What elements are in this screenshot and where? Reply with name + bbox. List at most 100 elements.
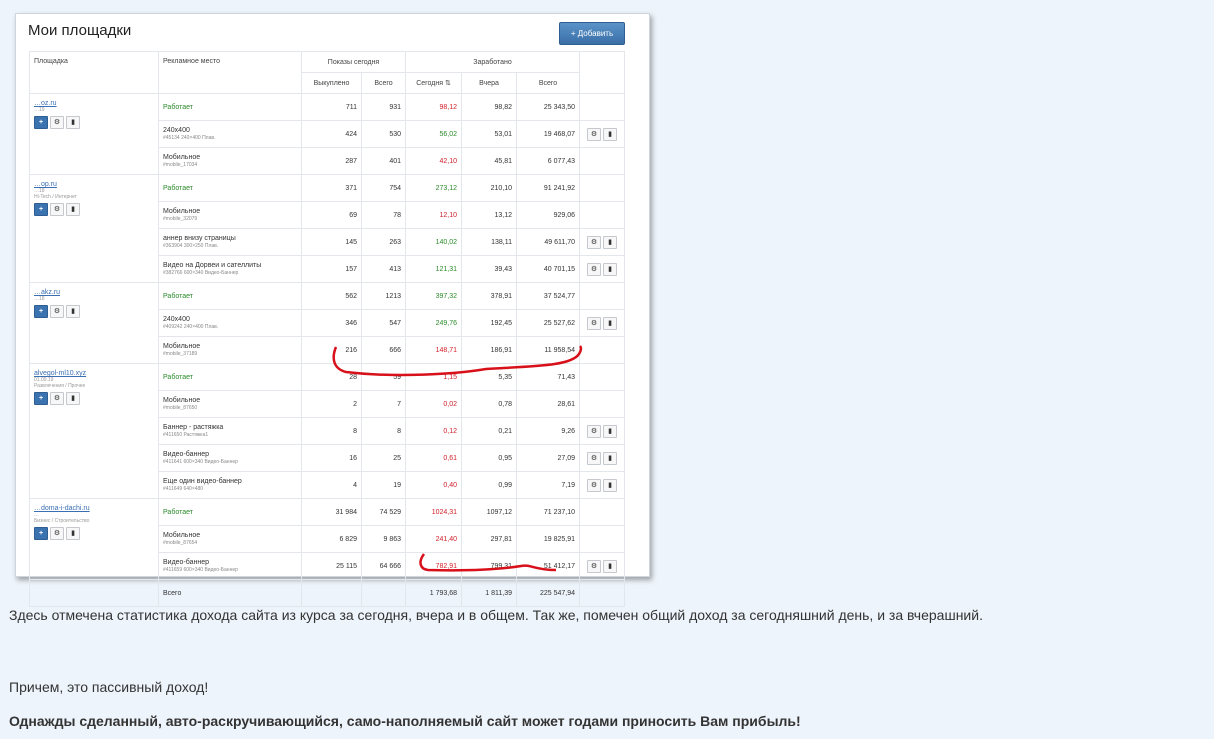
add-ad-button[interactable]: + xyxy=(34,116,48,129)
ad-place-id: #411649 640×480 xyxy=(163,486,204,492)
all-earned-cell: 25 527,62 xyxy=(516,309,581,337)
all-earned-cell: 71,43 xyxy=(516,363,581,391)
site-buttons: + ⚙ ▮ xyxy=(34,527,154,540)
actions-cell: ⚙ ▮ xyxy=(579,417,626,445)
table-row: alvegol-ml10.xyz 01.09.19 Развлечения / Пр… xyxy=(29,363,626,499)
yesterday-earned-cell: 186,91 xyxy=(461,336,518,364)
col-site: Площадка xyxy=(29,51,159,94)
stats-chart-icon[interactable]: ▮ xyxy=(603,478,618,492)
stats-chart-icon[interactable]: ▮ xyxy=(66,305,80,318)
yesterday-earned-cell: 39,43 xyxy=(461,255,518,283)
site-link[interactable]: alvegol-ml10.xyz xyxy=(34,370,86,377)
ad-place-cell: Видео-баннер #411641 600×340 Видео-Баннер xyxy=(158,444,302,472)
settings-gear-icon[interactable]: ⚙ xyxy=(50,527,64,540)
totals-today: 1 793,68 xyxy=(405,579,463,607)
yesterday-earned-cell: 0,99 xyxy=(461,471,518,499)
stats-chart-icon[interactable]: ▮ xyxy=(603,424,618,438)
ad-place-id: #411659 600×340 Видео-Баннер xyxy=(163,567,238,573)
settings-gear-icon[interactable]: ⚙ xyxy=(587,451,602,465)
ad-place-id: #mobile_87650 xyxy=(163,405,198,411)
add-ad-button[interactable]: + xyxy=(34,392,48,405)
settings-gear-icon[interactable]: ⚙ xyxy=(587,316,602,330)
stats-chart-icon[interactable]: ▮ xyxy=(603,127,618,141)
col-today-sort[interactable]: Сегодня ⇅ xyxy=(405,72,463,94)
stats-chart-icon[interactable]: ▮ xyxy=(66,116,80,129)
bought-cell: 8 xyxy=(301,417,362,445)
settings-gear-icon[interactable]: ⚙ xyxy=(50,305,64,318)
ad-place-name: 240x400 xyxy=(163,316,190,323)
all-earned-cell: 9,26 xyxy=(516,417,581,445)
total-shows-cell: 530 xyxy=(360,120,407,148)
stats-chart-icon[interactable]: ▮ xyxy=(603,316,618,330)
settings-gear-icon[interactable]: ⚙ xyxy=(50,116,64,129)
site-buttons: + ⚙ ▮ xyxy=(34,305,154,318)
total-shows-cell: 25 xyxy=(360,444,407,472)
ad-place-cell: Мобильное #mobile_37189 xyxy=(158,336,302,364)
ad-place-id: #mobile_87654 xyxy=(163,540,198,546)
settings-gear-icon[interactable]: ⚙ xyxy=(587,559,602,573)
ad-place-cell: Работает xyxy=(158,93,302,121)
actions-cell: ⚙ ▮ xyxy=(579,471,626,499)
col-bought: Выкуплено xyxy=(301,72,362,94)
total-shows-cell: 413 xyxy=(360,255,407,283)
stats-chart-icon[interactable]: ▮ xyxy=(603,451,618,465)
total-shows-cell: 59 xyxy=(360,363,407,391)
yesterday-earned-cell: 1097,12 xyxy=(461,498,518,526)
ad-place-cell: Мобильное #mobile_17034 xyxy=(158,147,302,175)
stats-chart-icon[interactable]: ▮ xyxy=(66,203,80,216)
site-cell: …oz.ru …19 + ⚙ ▮ xyxy=(29,93,159,175)
settings-gear-icon[interactable]: ⚙ xyxy=(587,235,602,249)
ad-place-cell: Работает xyxy=(158,363,302,391)
stats-chart-icon[interactable]: ▮ xyxy=(603,559,618,573)
site-link[interactable]: …op.ru xyxy=(34,181,57,188)
actions-cell xyxy=(579,93,626,121)
site-link[interactable]: …doma-i-dachi.ru xyxy=(34,505,90,512)
settings-gear-icon[interactable]: ⚙ xyxy=(587,127,602,141)
settings-gear-icon[interactable]: ⚙ xyxy=(50,203,64,216)
bought-cell: 562 xyxy=(301,282,362,310)
add-ad-button[interactable]: + xyxy=(34,305,48,318)
add-site-button[interactable]: + Добавить xyxy=(559,22,625,45)
totals-label: Всего xyxy=(158,579,302,607)
ad-place-name: Видео-баннер xyxy=(163,559,210,566)
ad-place-id: #45134 240×400 Плав. xyxy=(163,135,216,141)
totals-all: 225 547,94 xyxy=(516,579,581,607)
yesterday-earned-cell: 45,81 xyxy=(461,147,518,175)
stats-chart-icon[interactable]: ▮ xyxy=(603,235,618,249)
site-link[interactable]: …oz.ru xyxy=(34,100,57,107)
bought-cell: 711 xyxy=(301,93,362,121)
actions-cell: ⚙ ▮ xyxy=(579,255,626,283)
stats-chart-icon[interactable]: ▮ xyxy=(603,262,618,276)
settings-gear-icon[interactable]: ⚙ xyxy=(587,424,602,438)
ad-place-name: Мобильное xyxy=(163,343,201,350)
site-cell: …doma-i-dachi.ru… Бизнес / Строительство +… xyxy=(29,498,159,580)
col-yesterday: Вчера xyxy=(461,72,518,94)
settings-gear-icon[interactable]: ⚙ xyxy=(587,262,602,276)
site-link[interactable]: …akz.ru xyxy=(34,289,60,296)
today-earned-cell: 1024,31 xyxy=(405,498,463,526)
site-date: …18 xyxy=(34,296,45,302)
ad-place-cell: Работает xyxy=(158,282,302,310)
today-earned-cell: 1,15 xyxy=(405,363,463,391)
actions-cell xyxy=(579,525,626,553)
all-earned-cell: 11 958,54 xyxy=(516,336,581,364)
site-buttons: + ⚙ ▮ xyxy=(34,116,154,129)
sites-table: Площадка Рекламное место Показы сегодня … xyxy=(29,51,626,607)
ad-place-name: Работает xyxy=(163,292,193,300)
add-ad-button[interactable]: + xyxy=(34,527,48,540)
actions-cell: ⚙ ▮ xyxy=(579,444,626,472)
table-row: …op.ru …18 Hi-Tech / Интернет + ⚙ ▮ Работает 37… xyxy=(29,174,626,283)
total-shows-cell: 9 863 xyxy=(360,525,407,553)
add-ad-button[interactable]: + xyxy=(34,203,48,216)
total-shows-cell: 19 xyxy=(360,471,407,499)
all-earned-cell: 27,09 xyxy=(516,444,581,472)
settings-gear-icon[interactable]: ⚙ xyxy=(50,392,64,405)
settings-gear-icon[interactable]: ⚙ xyxy=(587,478,602,492)
col-earned: Заработано xyxy=(405,51,581,73)
today-earned-cell: 782,91 xyxy=(405,552,463,580)
today-earned-cell: 140,02 xyxy=(405,228,463,256)
ad-place-cell: 240x400 #45134 240×400 Плав. xyxy=(158,120,302,148)
stats-chart-icon[interactable]: ▮ xyxy=(66,392,80,405)
site-cell: alvegol-ml10.xyz 01.09.19 Развлечения / Пр… xyxy=(29,363,159,499)
stats-chart-icon[interactable]: ▮ xyxy=(66,527,80,540)
